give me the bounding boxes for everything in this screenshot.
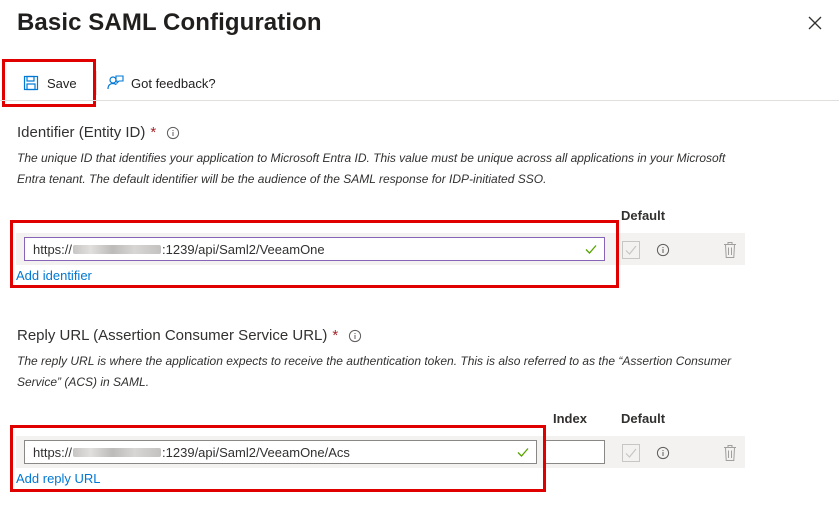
trash-icon[interactable] (723, 444, 737, 462)
identifier-description: The unique ID that identifies your appli… (17, 151, 726, 186)
reply-url-default-checkbox[interactable] (622, 444, 640, 462)
close-button[interactable] (806, 14, 824, 32)
identifier-highlight-box (10, 220, 619, 288)
reply-url-index-header: Index (553, 411, 587, 426)
identifier-heading: Identifier (Entity ID) * (17, 124, 180, 141)
identifier-default-header: Default (621, 208, 666, 223)
reply-url-label: Reply URL (Assertion Consumer Service UR… (17, 327, 328, 344)
page-title: Basic SAML Configuration (17, 9, 322, 36)
feedback-label: Got feedback? (131, 75, 216, 91)
reply-url-description: The reply URL is where the application e… (17, 354, 732, 389)
identifier-label: Identifier (Entity ID) (17, 124, 146, 141)
required-asterisk: * (150, 124, 157, 141)
feedback-button[interactable]: Got feedback? (106, 66, 216, 100)
save-icon (23, 75, 39, 91)
save-button[interactable]: Save (12, 66, 86, 100)
identifier-default-checkbox[interactable] (622, 241, 640, 259)
checkbox-icon (625, 448, 637, 458)
toolbar-separator (96, 71, 97, 95)
reply-url-index-input[interactable] (545, 440, 605, 464)
checkbox-icon (625, 245, 637, 255)
required-asterisk: * (332, 327, 339, 344)
close-icon (808, 16, 822, 30)
info-icon[interactable] (348, 329, 362, 343)
info-icon[interactable] (166, 126, 180, 140)
info-icon[interactable] (656, 243, 670, 257)
info-icon[interactable] (656, 446, 670, 460)
save-label: Save (47, 75, 77, 91)
reply-url-default-header: Default (621, 411, 666, 426)
feedback-icon (107, 75, 124, 90)
toolbar-divider (0, 100, 839, 101)
reply-url-heading: Reply URL (Assertion Consumer Service UR… (17, 327, 362, 344)
trash-icon[interactable] (723, 241, 737, 259)
reply-url-highlight-box (10, 425, 546, 492)
